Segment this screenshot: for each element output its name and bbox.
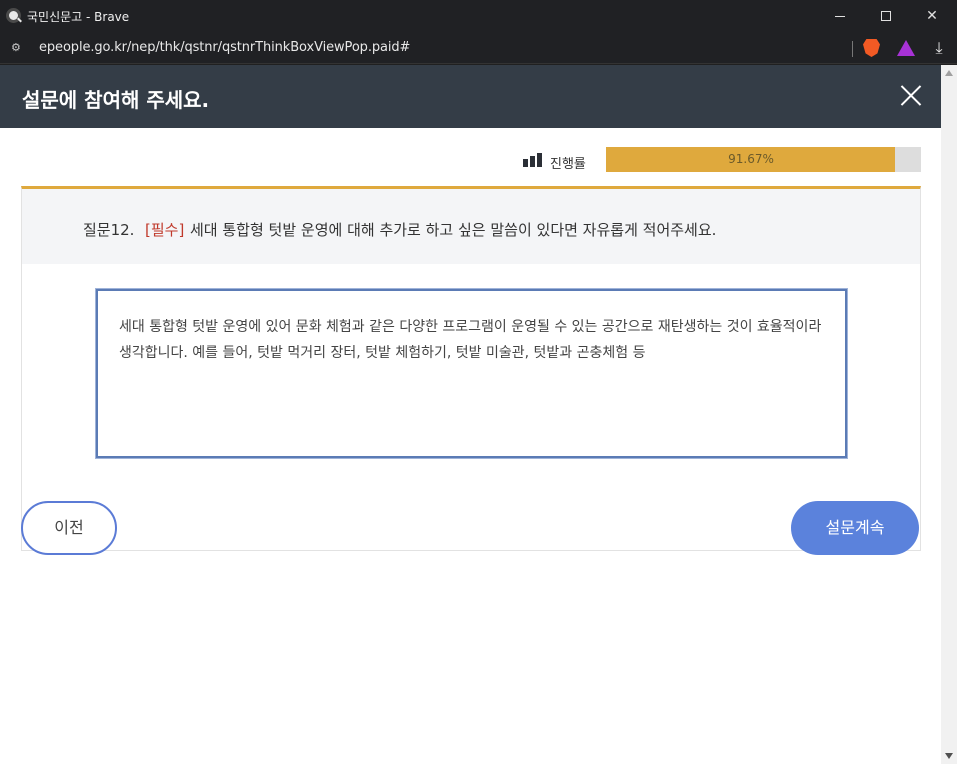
maximize-icon [881, 11, 891, 21]
survey-popup: 설문에 참여해 주세요. 진행률 91.67% 질문12. [필수] 세대 통합… [0, 65, 941, 764]
question-box: 질문12. [필수] 세대 통합형 텃밭 운영에 대해 추가로 하고 싶은 말씀… [21, 186, 921, 551]
question-header: 질문12. [필수] 세대 통합형 텃밭 운영에 대해 추가로 하고 싶은 말씀… [22, 189, 920, 264]
close-icon: ✕ [926, 8, 938, 24]
progress-bar: 91.67% [606, 147, 921, 172]
close-popup-icon[interactable] [898, 83, 924, 109]
answer-textarea[interactable]: 세대 통합형 텃밭 운영에 있어 문화 체험과 같은 다양한 프로그램이 운영될… [95, 288, 848, 459]
prev-button[interactable]: 이전 [21, 501, 117, 555]
brave-rewards-icon[interactable] [897, 40, 915, 56]
search-icon [6, 8, 21, 23]
site-info-icon[interactable]: ⚙ [11, 41, 24, 54]
scrollbar[interactable] [941, 65, 957, 764]
question-text: 세대 통합형 텃밭 운영에 대해 추가로 하고 싶은 말씀이 있다면 자유롭게 … [190, 221, 717, 239]
maximize-button[interactable] [863, 0, 909, 32]
download-icon[interactable]: ⤓ [930, 38, 948, 58]
window-title: 국민신문고 - Brave [27, 10, 130, 24]
required-badge: [필수] [145, 221, 185, 239]
bar-chart-icon [523, 153, 543, 167]
divider [852, 41, 853, 57]
continue-survey-button[interactable]: 설문계속 [791, 501, 919, 555]
popup-title: 설문에 참여해 주세요. [22, 88, 210, 112]
close-window-button[interactable]: ✕ [909, 0, 955, 32]
progress-label: 진행률 [550, 157, 586, 172]
question-number: 질문12. [83, 221, 135, 239]
minimize-icon [835, 15, 845, 17]
minimize-button[interactable] [817, 0, 863, 32]
scroll-up-icon[interactable] [945, 70, 953, 76]
brave-shields-icon[interactable] [863, 39, 880, 57]
popup-header: 설문에 참여해 주세요. [0, 65, 941, 128]
address-bar: ⚙ epeople.go.kr/nep/thk/qstnr/qstnrThink… [0, 32, 957, 64]
browser-titlebar: 국민신문고 - Brave ✕ [0, 0, 957, 32]
scroll-down-icon[interactable] [945, 753, 953, 759]
url-field[interactable]: epeople.go.kr/nep/thk/qstnr/qstnrThinkBo… [39, 40, 410, 55]
progress-value: 91.67% [728, 152, 774, 166]
